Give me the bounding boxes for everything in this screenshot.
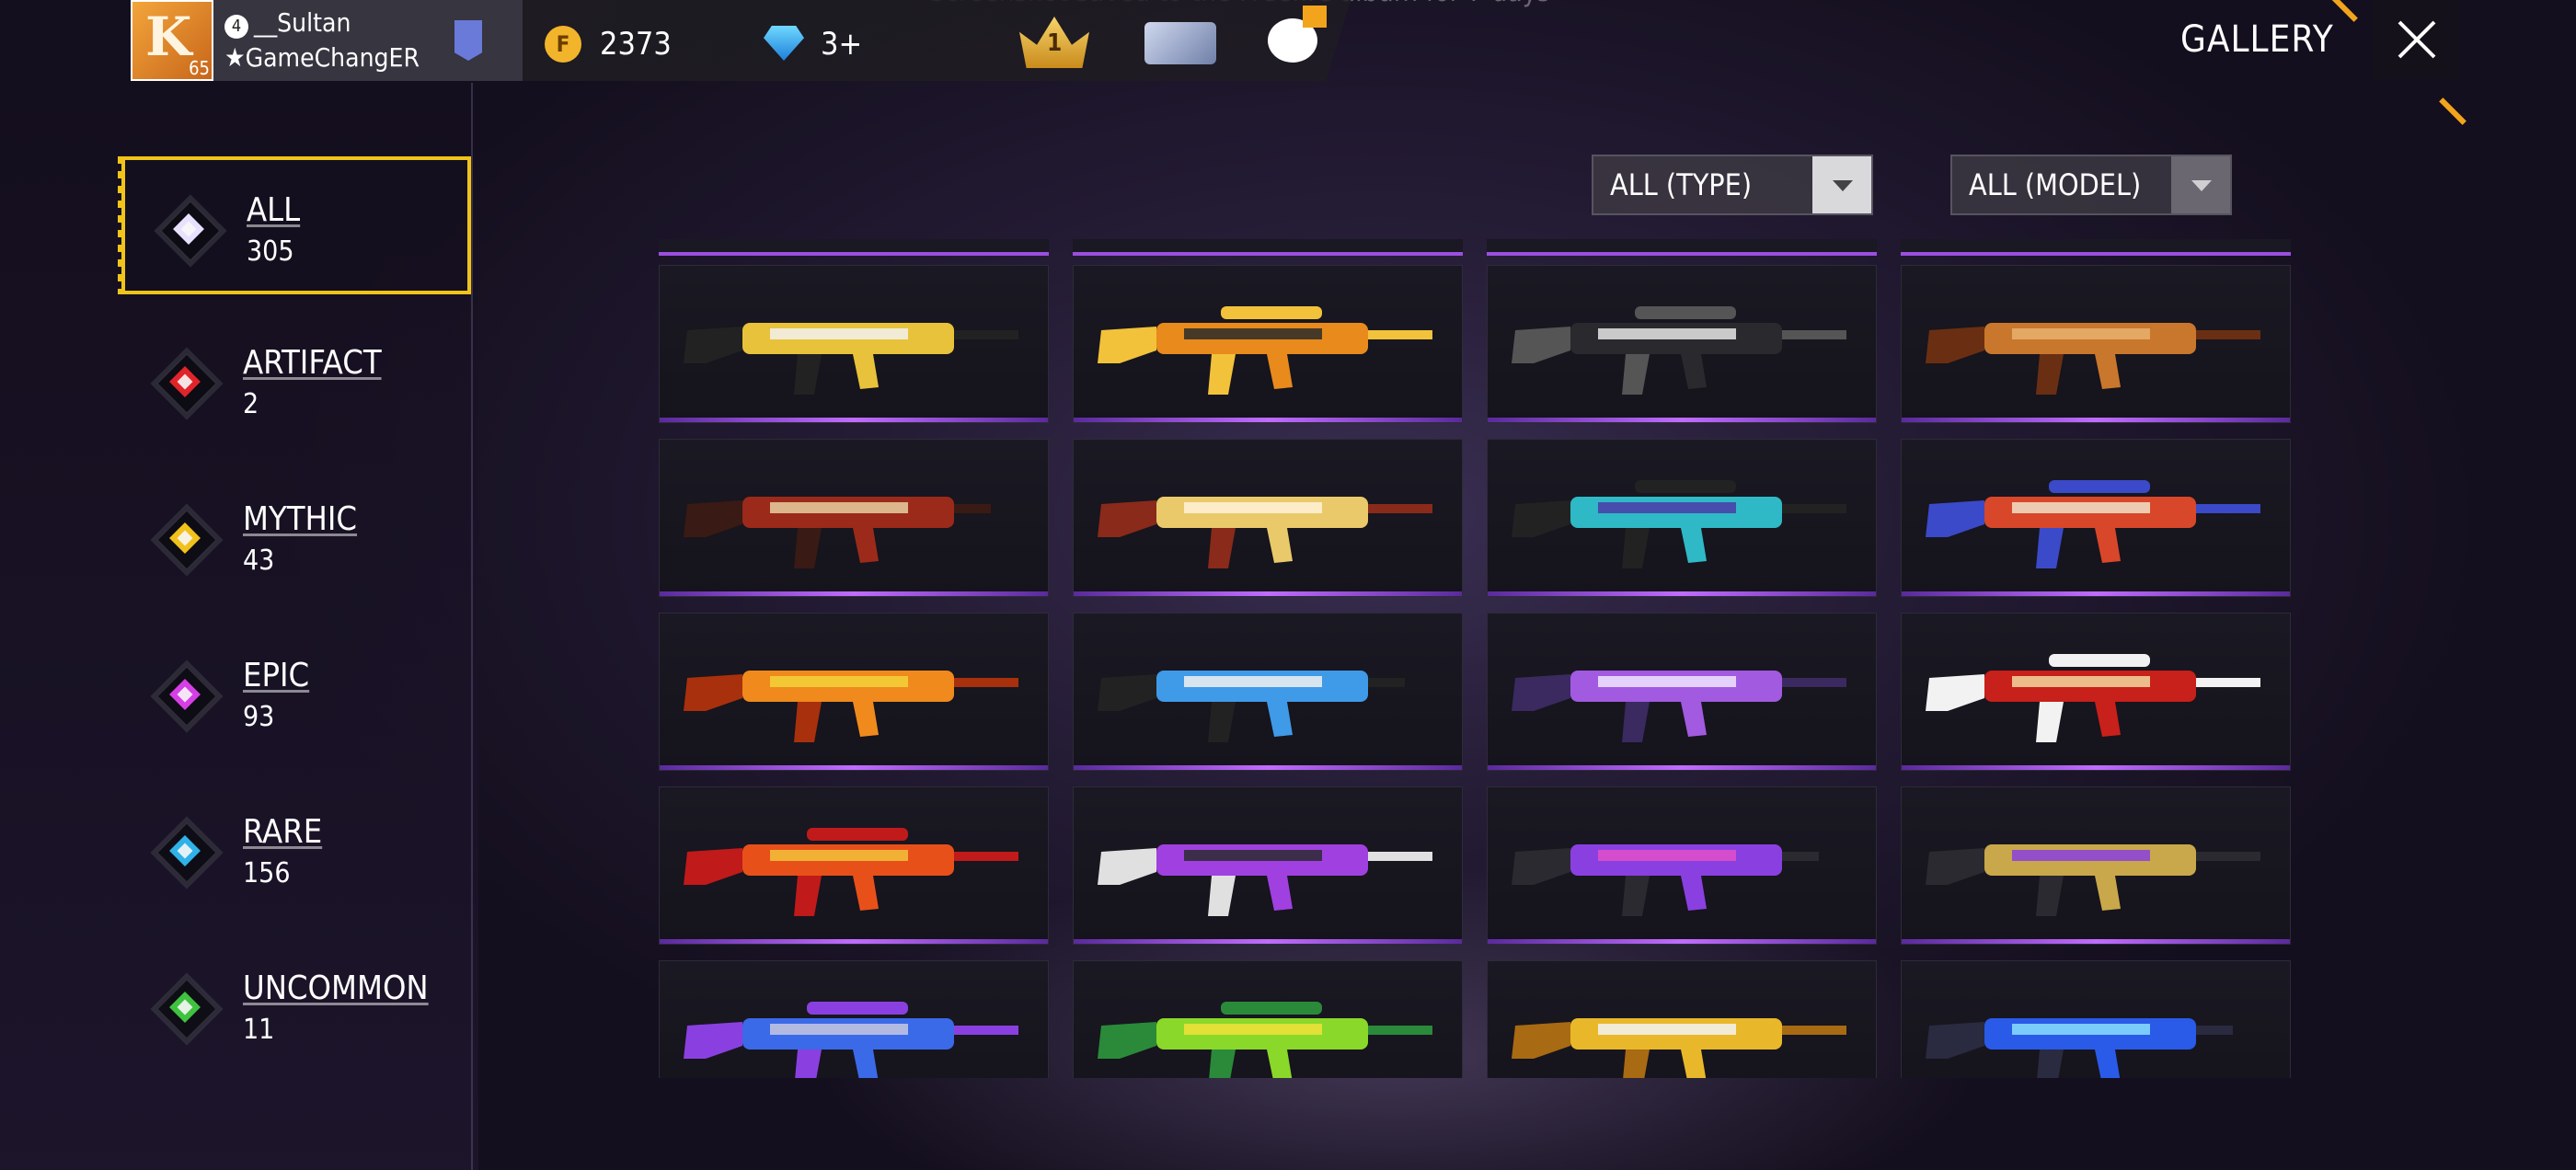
gallery-item[interactable] <box>1487 786 1877 945</box>
category-all[interactable]: ALL 305 <box>118 156 471 294</box>
model-filter-dropdown[interactable]: ALL (MODEL) <box>1950 155 2232 215</box>
type-filter-dropdown[interactable]: ALL (TYPE) <box>1592 155 1873 215</box>
category-label: RARE <box>243 813 323 851</box>
rarity-diamond-icon <box>159 200 222 262</box>
close-icon <box>2398 20 2436 59</box>
gallery-grid <box>659 239 2296 1078</box>
rarity-diamond-icon <box>155 509 218 571</box>
membership-card-icon[interactable] <box>1144 22 1216 64</box>
gallery-item[interactable] <box>1901 265 2291 423</box>
category-mythic[interactable]: MYTHIC 43 <box>121 469 471 607</box>
rank-badge-icon[interactable] <box>454 20 482 61</box>
rarity-diamond-icon <box>155 978 218 1040</box>
player-name-text: __Sultan <box>254 7 351 38</box>
gallery-item[interactable] <box>659 786 1049 945</box>
category-label: ARTIFACT <box>243 344 382 382</box>
category-uncommon[interactable]: UNCOMMON 11 <box>121 938 471 1076</box>
avatar[interactable]: K 65 <box>131 0 213 81</box>
player-name: 4 __Sultan <box>224 7 351 39</box>
diamond-count[interactable]: 3+ <box>821 26 862 63</box>
model-filter-label: ALL (MODEL) <box>1969 167 2142 202</box>
category-epic[interactable]: EPIC 93 <box>121 625 471 763</box>
gold-coin-icon: F <box>545 26 581 63</box>
gold-coin-count: 2373 <box>600 26 672 63</box>
chevron-down-icon <box>1812 156 1871 213</box>
gallery-item[interactable] <box>659 613 1049 771</box>
category-label: UNCOMMON <box>243 969 429 1007</box>
corner-accent <box>2439 98 2467 125</box>
category-rare[interactable]: RARE 156 <box>121 782 471 920</box>
close-button[interactable] <box>2374 0 2460 79</box>
gallery-item[interactable] <box>1073 960 1463 1078</box>
category-label: EPIC <box>243 657 310 694</box>
gallery-item[interactable] <box>659 265 1049 423</box>
gallery-item[interactable] <box>1901 960 2291 1078</box>
gallery-item[interactable] <box>1073 265 1463 423</box>
category-count: 156 <box>243 857 291 889</box>
category-label: MYTHIC <box>243 500 358 538</box>
rarity-diamond-icon <box>155 821 218 884</box>
gallery-item[interactable] <box>1073 786 1463 945</box>
gallery-item[interactable] <box>659 439 1049 597</box>
rarity-diamond-icon <box>155 352 218 415</box>
category-count: 43 <box>243 545 275 577</box>
category-count: 2 <box>243 388 259 420</box>
partial-row-edge <box>1487 239 1877 256</box>
gallery-item[interactable] <box>1901 613 2291 771</box>
guild-name: ★GameChangER <box>224 42 420 73</box>
gift-icon <box>1303 6 1327 28</box>
partial-row-edge <box>659 239 1049 256</box>
gallery-item[interactable] <box>1487 265 1877 423</box>
partial-row-edge <box>1073 239 1463 256</box>
page-title: GALLERY <box>2180 18 2334 61</box>
category-artifact[interactable]: ARTIFACT 2 <box>121 313 471 451</box>
gallery-item[interactable] <box>1901 439 2291 597</box>
type-filter-label: ALL (TYPE) <box>1610 167 1753 202</box>
category-count: 93 <box>243 701 275 733</box>
gallery-item[interactable] <box>1073 439 1463 597</box>
partial-row-edge <box>1901 239 2291 256</box>
player-number-badge: 4 <box>224 15 248 39</box>
category-label: ALL <box>247 191 301 229</box>
gallery-item[interactable] <box>1073 613 1463 771</box>
category-count: 305 <box>247 235 294 268</box>
avatar-emblem-icon: K <box>145 6 192 68</box>
gallery-item[interactable] <box>1901 786 2291 945</box>
chevron-down-icon <box>2171 156 2230 213</box>
category-count: 11 <box>243 1014 275 1046</box>
corner-accent <box>2330 0 2358 22</box>
gallery-item[interactable] <box>1487 439 1877 597</box>
gallery-item[interactable] <box>1487 613 1877 771</box>
gallery-item[interactable] <box>1487 960 1877 1078</box>
player-level: 65 <box>189 57 210 79</box>
crown-rank-number: 1 <box>1047 29 1063 57</box>
gallery-item[interactable] <box>659 960 1049 1078</box>
sidebar-divider <box>471 83 473 1170</box>
rarity-diamond-icon <box>155 665 218 728</box>
